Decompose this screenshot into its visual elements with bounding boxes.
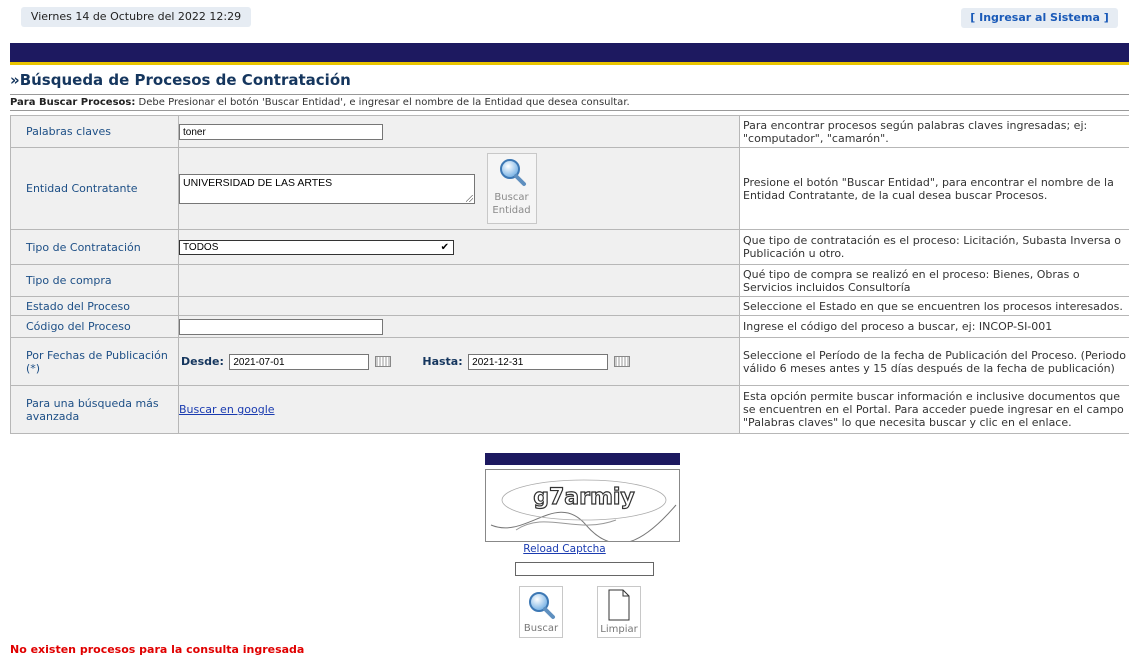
row-purchase-type: Tipo de compra Qué tipo de compra se rea… [10,264,1129,297]
search-entity-label-1: Buscar [494,192,529,203]
clear-button[interactable]: Limpiar [597,586,641,638]
row-entity: Entidad Contratante UNIVERSIDAD DE LAS A… [10,147,1129,230]
instructions: Para Buscar Procesos: Debe Presionar el … [10,94,1129,111]
search-entity-label-2: Entidad [492,205,531,216]
to-label: Hasta: [422,354,463,368]
code-help: Ingrese el código del proceso a buscar, … [739,315,1129,338]
clear-button-label: Limpiar [600,624,638,635]
contract-type-help: Que tipo de contratación es el proceso: … [739,229,1129,265]
entity-textarea[interactable]: UNIVERSIDAD DE LAS ARTES [179,173,475,204]
status-help: Seleccione el Estado en que se encuentre… [739,296,1129,316]
keywords-help: Para encontrar procesos según palabras c… [739,115,1129,148]
entity-label: Entidad Contratante [10,147,179,230]
from-label: Desde: [181,354,224,368]
instructions-label: Para Buscar Procesos: [10,97,136,108]
code-input[interactable] [179,318,383,335]
current-date: Viernes 14 de Octubre del 2022 12:29 [21,7,251,27]
dates-help: Seleccione el Período de la fecha de Pub… [739,337,1129,386]
no-results-message: No existen procesos para la consulta ing… [10,643,305,656]
page-title: »Búsqueda de Procesos de Contratación [10,71,351,89]
captcha-input[interactable] [515,562,654,576]
captcha-graphic: g7armiy [490,479,677,541]
contract-type-value: TODOS [183,241,219,253]
dates-label: Por Fechas de Publicación (*) [10,337,179,386]
from-date-input[interactable]: 2021-07-01 [229,353,370,370]
calendar-icon[interactable] [374,356,391,367]
code-label: Código del Proceso [10,315,179,338]
status-control [178,296,740,316]
advanced-help: Esta opción permite buscar información e… [739,385,1129,434]
keywords-label: Palabras claves [10,115,179,148]
calendar-icon[interactable] [613,356,630,367]
search-form: Palabras claves toner Para encontrar pro… [10,115,1129,434]
blank-document-icon [608,589,630,621]
row-keywords: Palabras claves toner Para encontrar pro… [10,115,1129,148]
captcha-text: g7armiy [533,485,635,510]
captcha-image: g7armiy [485,469,680,542]
login-link[interactable]: [ Ingresar al Sistema ] [961,8,1118,28]
search-entity-button[interactable]: Buscar Entidad [486,153,537,224]
row-dates: Por Fechas de Publicación (*) Desde: 202… [10,337,1129,386]
advanced-label: Para una búsqueda más avanzada [10,385,179,434]
chevron-down-icon: ✔ [440,241,449,253]
resize-grip-icon[interactable] [466,194,473,202]
row-status: Estado del Proceso Seleccione el Estado … [10,296,1129,316]
contract-type-label: Tipo de Contratación [10,229,179,265]
to-date-input[interactable]: 2021-12-31 [468,353,609,370]
purchase-type-label: Tipo de compra [10,264,179,297]
status-label: Estado del Proceso [10,296,179,316]
row-advanced: Para una búsqueda más avanzada Buscar en… [10,385,1129,434]
search-button[interactable]: Buscar [519,586,563,638]
purchase-type-help: Qué tipo de compra se realizó en el proc… [739,264,1129,297]
google-search-link[interactable]: Buscar en google [179,403,275,416]
reload-captcha-link[interactable]: Reload Captcha [523,543,605,555]
captcha-header-bar [485,453,680,465]
magnifier-icon [529,592,555,619]
entity-value: UNIVERSIDAD DE LAS ARTES [183,176,333,189]
keywords-input[interactable]: toner [179,123,383,140]
instructions-text: Debe Presionar el botón 'Buscar Entidad'… [135,97,630,108]
header-bar [10,43,1129,65]
magnifier-icon [499,159,526,186]
row-contract-type: Tipo de Contratación TODOS ✔ Que tipo de … [10,229,1129,265]
row-code: Código del Proceso Ingrese el código del… [10,315,1129,338]
contract-type-select[interactable]: TODOS ✔ [179,239,454,255]
search-button-label: Buscar [523,623,559,634]
entity-help: Presione el botón "Buscar Entidad", para… [739,147,1129,230]
purchase-type-control [178,264,740,297]
